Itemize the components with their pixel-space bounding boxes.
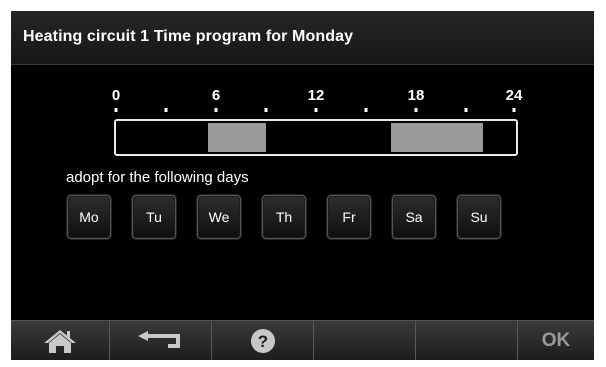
timeline-tick [264,108,268,112]
help-button[interactable]: ? [212,321,314,360]
heating-period [391,123,483,152]
back-button[interactable] [110,321,212,360]
device-screen: Heating circuit 1 Time program for Monda… [11,11,594,360]
timeline-tick [364,108,368,112]
day-button-su[interactable]: Su [457,195,501,239]
timeline-tick [464,108,468,112]
timeline-tick [414,108,418,112]
day-button-tu[interactable]: Tu [132,195,176,239]
adopt-days-label: adopt for the following days [66,169,249,186]
ok-button[interactable]: OK [518,321,594,360]
home-button[interactable] [11,321,110,360]
tick-label-0: 0 [111,87,121,104]
empty-button-2 [416,321,518,360]
timeline-tick [114,108,118,112]
day-button-we[interactable]: We [197,195,241,239]
heating-period [207,123,266,152]
empty-button-1 [314,321,416,360]
day-button-fr[interactable]: Fr [327,195,371,239]
day-button-th[interactable]: Th [262,195,306,239]
tick-label-24: 24 [505,87,523,104]
svg-text:?: ? [257,332,267,351]
day-button-sa[interactable]: Sa [392,195,436,239]
timeline-tick [314,108,318,112]
tick-label-12: 12 [307,87,325,104]
back-arrow-icon [137,331,180,348]
page-title: Heating circuit 1 Time program for Monda… [23,28,354,45]
timeline-tick [164,108,168,112]
title-bar: Heating circuit 1 Time program for Monda… [11,11,594,65]
tick-label-18: 18 [407,87,425,104]
tick-label-6: 6 [211,87,221,104]
home-icon [44,330,76,353]
bottom-navigation-bar: ? OK [11,320,594,360]
timeline-tick [512,108,516,112]
help-icon: ? [250,329,275,353]
day-button-mo[interactable]: Mo [67,195,111,239]
timeline-tick [214,108,218,112]
ok-label: OK [541,330,571,351]
time-program-bar[interactable] [114,119,518,156]
